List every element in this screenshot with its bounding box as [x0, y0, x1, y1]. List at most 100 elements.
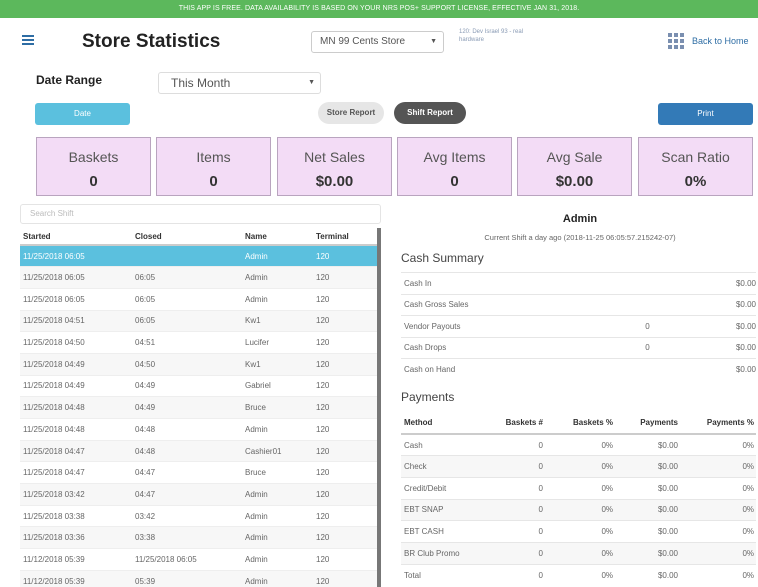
table-row[interactable]: 11/25/2018 04:48 04:48 Admin 120	[20, 418, 378, 441]
table-cell: 11/25/2018 04:49	[20, 353, 132, 376]
shift-report-button[interactable]: Shift Report	[394, 102, 466, 124]
table-cell	[591, 293, 701, 316]
table-cell: 0%	[545, 520, 615, 543]
table-cell: Gabriel	[242, 375, 313, 398]
date-range-select[interactable]: This Month ▼	[158, 72, 321, 94]
table-row[interactable]: 11/25/2018 04:49 04:50 Kw1 120	[20, 353, 378, 376]
print-button[interactable]: Print	[658, 103, 753, 125]
store-report-button[interactable]: Store Report	[318, 102, 384, 124]
table-row: Credit/Debit 0 0% $0.00 0%	[401, 476, 756, 500]
table-cell: $0.00	[615, 541, 680, 565]
table-cell: 0%	[680, 498, 756, 521]
table-row[interactable]: 11/25/2018 04:49 04:49 Gabriel 120	[20, 375, 378, 398]
table-cell: 120	[313, 570, 378, 587]
stat-label: Avg Sale	[546, 149, 603, 165]
table-cell: 120	[313, 461, 378, 485]
table-cell: Bruce	[242, 461, 313, 485]
table-cell: $0.00	[701, 315, 756, 337]
table-cell: 11/25/2018 04:47	[20, 461, 132, 485]
table-row: Check 0 0% $0.00 0%	[401, 455, 756, 478]
table-cell: 0%	[680, 520, 756, 543]
table-cell: 0%	[545, 476, 615, 500]
table-cell	[591, 358, 701, 380]
store-select[interactable]: MN 99 Cents Store ▼	[311, 31, 444, 53]
table-cell: Admin	[242, 570, 313, 587]
table-cell: 120	[313, 396, 378, 419]
menu-icon[interactable]	[22, 35, 34, 45]
table-row: Cash Gross Sales $0.00	[401, 293, 756, 316]
table-cell: Admin	[242, 266, 313, 289]
table-cell: 0%	[545, 498, 615, 521]
table-cell	[591, 272, 701, 294]
table-cell: 06:05	[132, 266, 242, 289]
table-row[interactable]: 11/25/2018 03:42 04:47 Admin 120	[20, 483, 378, 506]
table-cell: Total	[401, 563, 483, 586]
table-cell: $0.00	[615, 476, 680, 500]
column-header: Method	[401, 412, 483, 435]
table-row[interactable]: 11/25/2018 04:50 04:51 Lucifer 120	[20, 331, 378, 354]
table-row[interactable]: 11/12/2018 05:39 11/25/2018 06:05 Admin 120	[20, 548, 378, 571]
table-cell: 0%	[545, 455, 615, 478]
stat-value: 0	[450, 173, 459, 190]
register-info: 120: Dev Israel 93 - real hardware	[459, 28, 579, 44]
table-cell: Admin	[242, 483, 313, 506]
table-cell: Admin	[242, 245, 313, 268]
table-cell: 0	[483, 520, 545, 543]
table-row[interactable]: 11/25/2018 06:05 06:05 Admin 120	[20, 266, 378, 289]
table-header-row: Method Baskets # Baskets % Payments Paym…	[401, 412, 756, 435]
column-header[interactable]: Terminal	[313, 228, 378, 246]
table-row[interactable]: 11/25/2018 04:51 06:05 Kw1 120	[20, 310, 378, 333]
stat-label: Scan Ratio	[661, 149, 730, 165]
table-cell: 0%	[680, 476, 756, 500]
table-row: Cash on Hand $0.00	[401, 358, 756, 380]
table-row[interactable]: 11/25/2018 03:38 03:42 Admin 120	[20, 505, 378, 528]
table-cell: Kw1	[242, 353, 313, 376]
table-cell: Cash	[401, 433, 483, 456]
table-cell: Admin	[242, 526, 313, 550]
column-header[interactable]: Closed	[132, 228, 242, 246]
register-line: 120: Dev Israel 93 - real	[459, 29, 524, 35]
table-cell: Cash In	[401, 272, 591, 294]
column-header: Baskets #	[483, 412, 545, 435]
stat-card-items: Items 0	[156, 137, 271, 196]
table-cell: 0	[483, 476, 545, 500]
column-header: Payments	[615, 412, 680, 435]
table-cell: 0	[483, 563, 545, 586]
stat-label: Items	[196, 149, 231, 165]
scrollbar[interactable]	[377, 228, 381, 587]
table-cell: 120	[313, 505, 378, 528]
table-cell: 11/25/2018 04:51	[20, 310, 132, 333]
table-cell: 11/25/2018 04:50	[20, 331, 132, 354]
table-cell: 11/25/2018 06:05	[132, 548, 242, 571]
table-row[interactable]: 11/12/2018 05:39 05:39 Admin 120	[20, 570, 378, 587]
date-range-value: This Month	[171, 76, 231, 90]
table-cell: $0.00	[615, 433, 680, 456]
table-cell: 11/25/2018 03:42	[20, 483, 132, 506]
back-to-home-link[interactable]: Back to Home	[692, 36, 749, 46]
table-row: BR Club Promo 0 0% $0.00 0%	[401, 541, 756, 565]
apps-grid-icon[interactable]	[668, 33, 684, 49]
table-row[interactable]: 11/25/2018 03:36 03:38 Admin 120	[20, 526, 378, 550]
table-row[interactable]: 11/25/2018 04:47 04:48 Cashier01 120	[20, 440, 378, 463]
table-row[interactable]: 11/25/2018 06:05 06:05 Admin 120	[20, 288, 378, 311]
table-row[interactable]: 11/25/2018 04:47 04:47 Bruce 120	[20, 461, 378, 485]
table-cell: Cash Gross Sales	[401, 293, 591, 316]
table-cell: 120	[313, 483, 378, 506]
table-row[interactable]: 11/25/2018 06:05 Admin 120	[20, 245, 378, 268]
table-cell: 11/25/2018 03:36	[20, 526, 132, 550]
table-cell: 04:48	[132, 418, 242, 441]
cash-summary-table: Cash In $0.00 Cash Gross Sales $0.00 Vendor …	[401, 272, 756, 380]
table-cell: Kw1	[242, 310, 313, 333]
table-cell: 03:42	[132, 505, 242, 528]
table-cell: 0	[591, 336, 701, 359]
table-row[interactable]: 11/25/2018 04:48 04:49 Bruce 120	[20, 396, 378, 419]
search-shift-input[interactable]: Search Shift	[20, 204, 381, 224]
column-header[interactable]: Name	[242, 228, 313, 246]
date-button[interactable]: Date	[35, 103, 130, 125]
table-cell: Check	[401, 455, 483, 478]
table-cell: 120	[313, 353, 378, 376]
page-title: Store Statistics	[82, 31, 221, 52]
table-cell: 06:05	[132, 288, 242, 311]
column-header[interactable]: Started	[20, 228, 132, 246]
table-cell: $0.00	[701, 272, 756, 294]
